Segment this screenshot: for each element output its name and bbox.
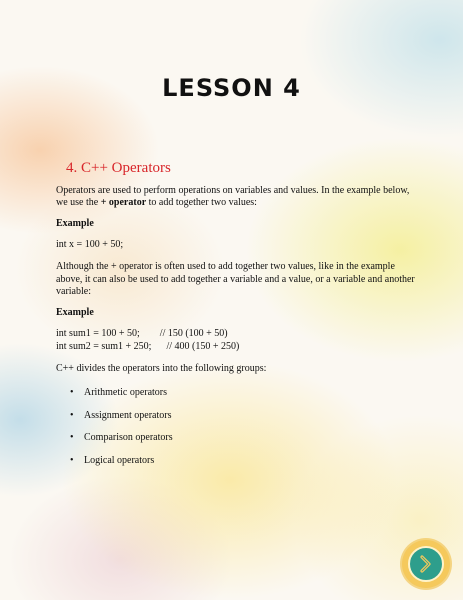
operator-paragraph: Although the + operator is often used to…	[56, 260, 415, 298]
lesson-title: LESSON 4	[162, 74, 301, 102]
list-item-label: Logical operators	[84, 454, 155, 466]
bullet-icon: •	[70, 387, 74, 399]
lesson-content: 4. C++ Operators Operators are used to p…	[56, 160, 416, 478]
operator-groups-list: • Arithmetic operators • Assignment operat…	[70, 387, 416, 467]
bullet-icon: •	[70, 454, 74, 466]
list-item: • Logical operators	[70, 455, 416, 468]
intro-operator-word: operator	[108, 197, 147, 209]
bullet-icon: •	[70, 409, 74, 421]
chevron-right-icon	[420, 555, 431, 573]
example-code: int x = 100 + 50;	[56, 239, 124, 251]
intro-operator: +	[100, 197, 109, 209]
intro-suffix: to add together two values:	[146, 197, 257, 209]
example-label: Example	[56, 217, 94, 229]
next-button-inner	[408, 546, 444, 582]
code-line: int sum1 = 100 + 50; // 150 (100 + 50)	[56, 328, 228, 340]
list-item-label: Assignment operators	[84, 409, 172, 421]
list-item: • Assignment operators	[70, 410, 416, 423]
list-item-label: Comparison operators	[84, 432, 173, 444]
example-label: Example	[56, 306, 94, 318]
list-item: • Comparison operators	[70, 432, 416, 445]
groups-intro: C++ divides the operators into the follo…	[56, 362, 267, 374]
code-line: int sum2 = sum1 + 250; // 400 (150 + 250…	[56, 340, 240, 352]
section-heading: 4. C++ Operators	[66, 160, 171, 176]
lesson-page: LESSON 4 4. C++ Operators Operators are …	[0, 0, 463, 600]
list-item-label: Arithmetic operators	[84, 387, 168, 399]
list-item: • Arithmetic operators	[70, 387, 416, 400]
intro-paragraph: Operators are used to perform operations…	[56, 185, 416, 210]
bullet-icon: •	[70, 432, 74, 444]
example-code-block: int sum1 = 100 + 50; // 150 (100 + 50) i…	[56, 328, 416, 353]
next-page-button[interactable]	[402, 540, 450, 588]
